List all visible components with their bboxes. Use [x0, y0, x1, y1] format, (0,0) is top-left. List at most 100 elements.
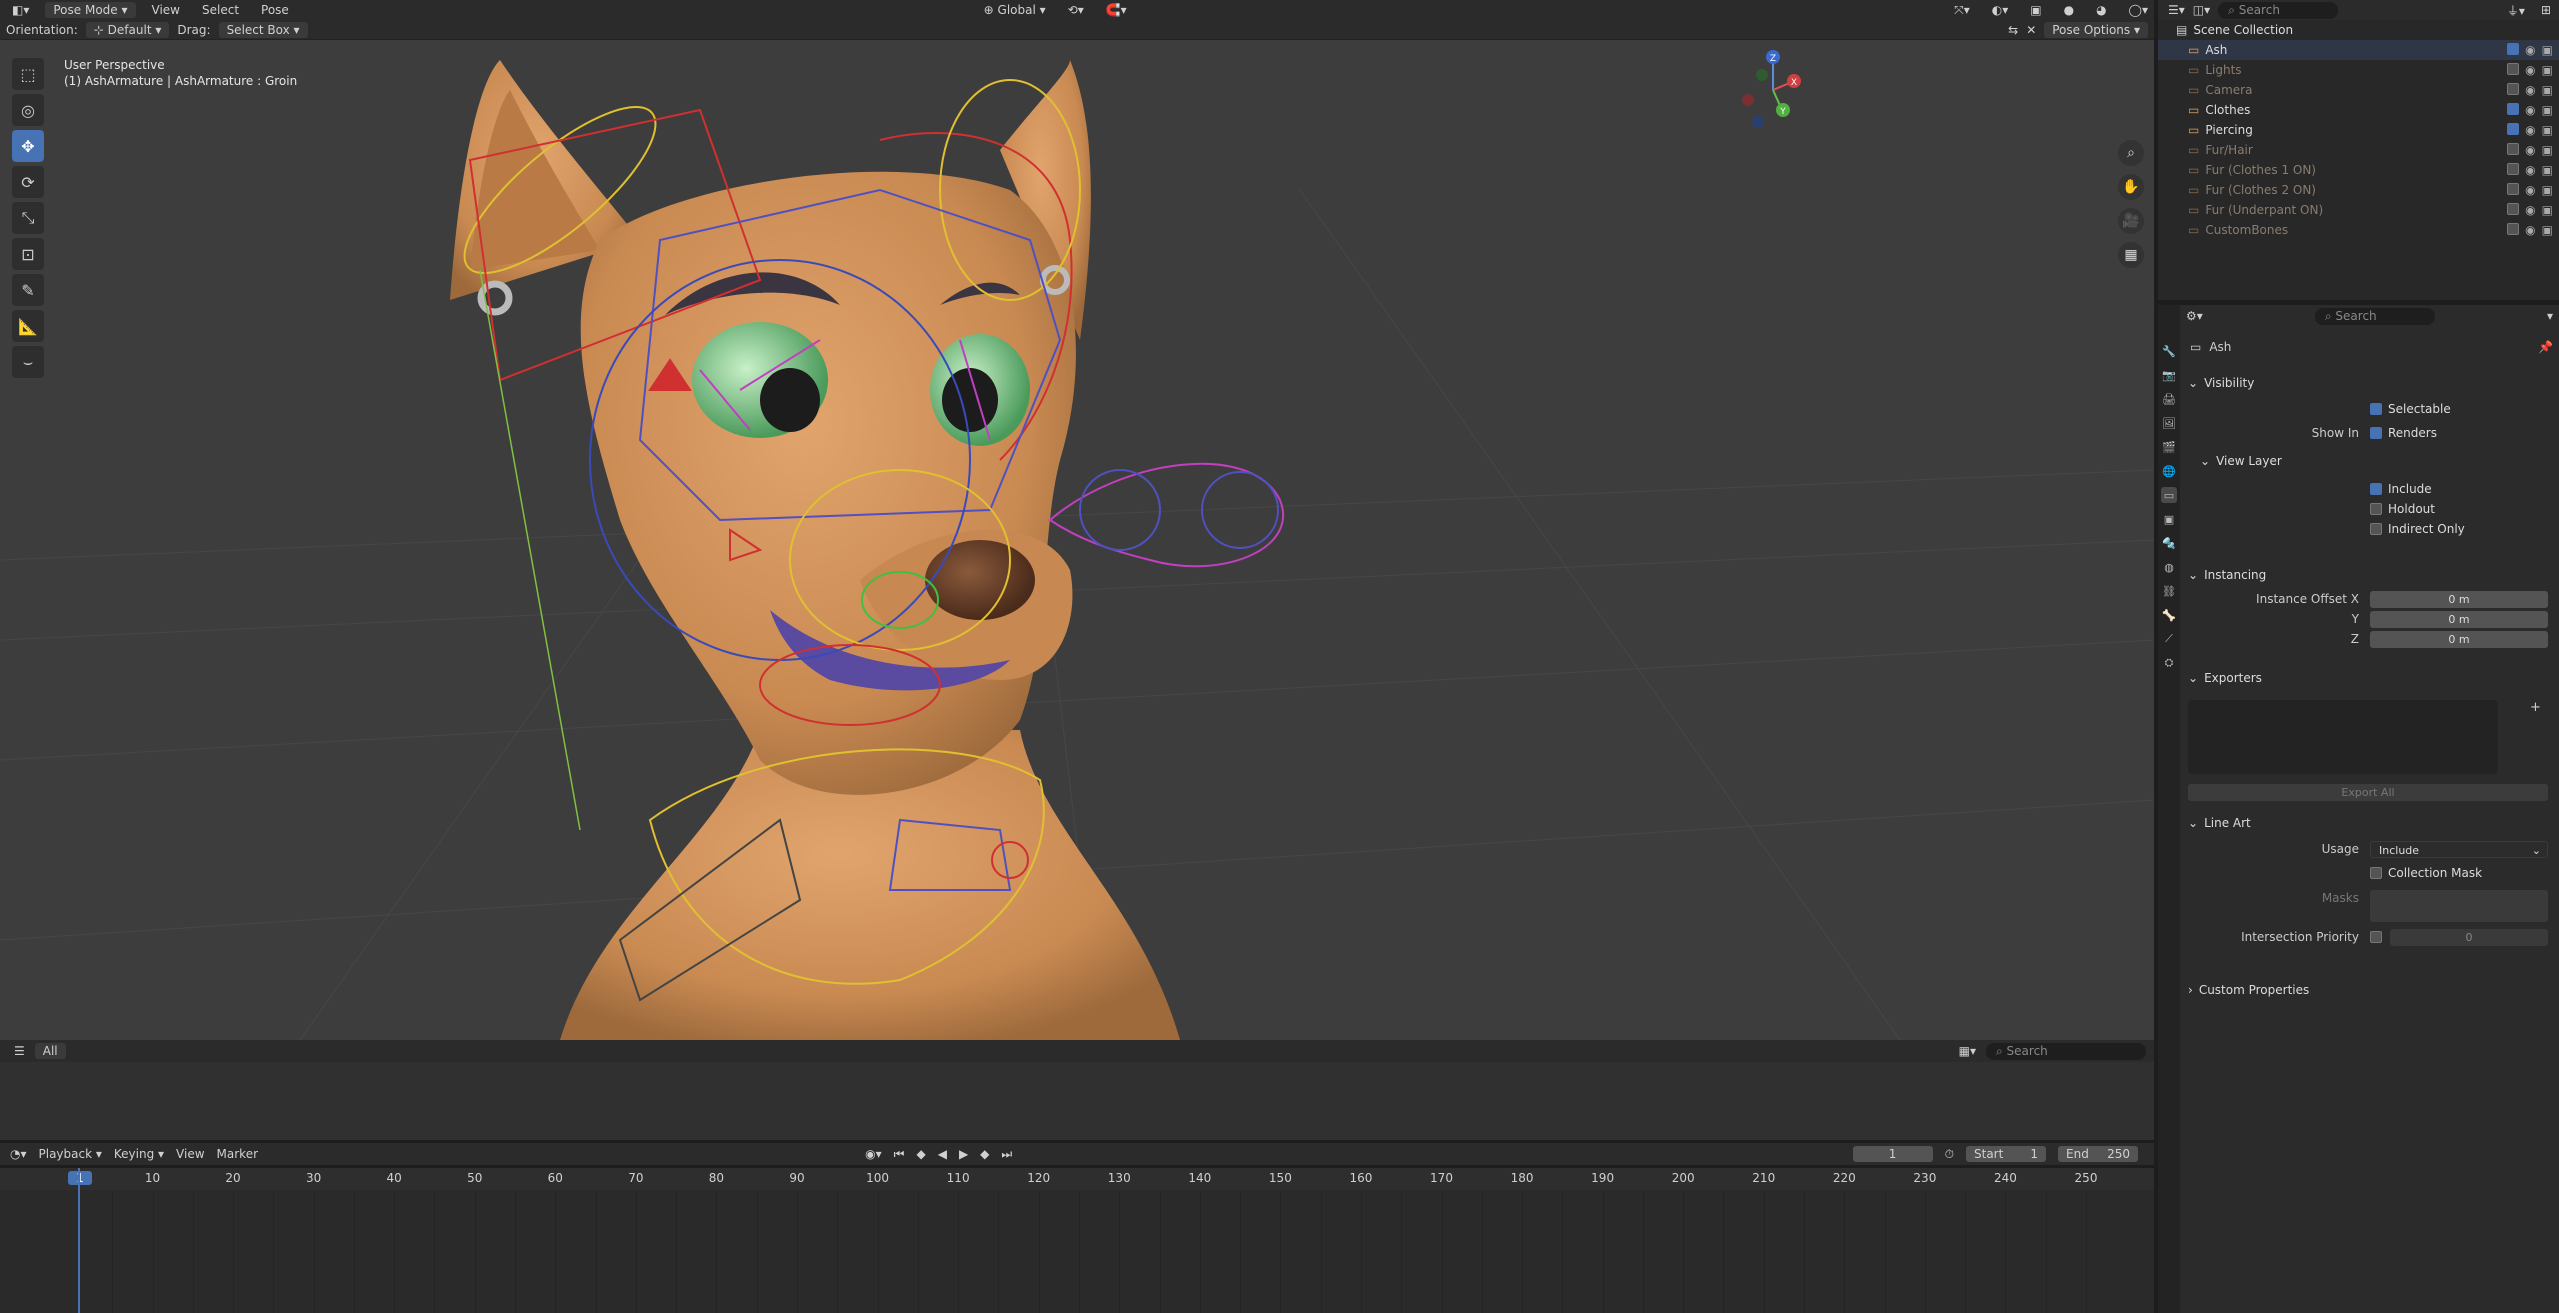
exclude-checkbox[interactable]	[2507, 43, 2520, 55]
navigation-gizmo[interactable]: Z X Y	[1742, 50, 1801, 128]
end-frame-field[interactable]: End 250	[2058, 1146, 2138, 1162]
relax-pose-tool-icon[interactable]: ⌣	[12, 346, 44, 378]
filter-icon[interactable]: ⏚▾	[2507, 2, 2525, 19]
display-mode-icon[interactable]: ◫▾	[2193, 3, 2210, 17]
line-art-header[interactable]: ⌄ Line Art	[2180, 813, 2559, 833]
transform-orientation-dropdown[interactable]: ⊕ Global ▾	[978, 2, 1052, 18]
intersection-priority-field[interactable]: 0	[2390, 928, 2548, 946]
play-icon[interactable]: ▶	[959, 1147, 968, 1161]
offset-x-field[interactable]: 0 m	[2370, 590, 2548, 608]
new-collection-icon[interactable]: ⊞	[2541, 3, 2551, 17]
mode-selector[interactable]: Pose Mode ▾	[45, 2, 136, 18]
render-camera-icon[interactable]: ▣	[2542, 63, 2553, 77]
timeline-editor-icon[interactable]: ◔▾	[10, 1147, 27, 1161]
selectable-checkbox[interactable]: Selectable	[2370, 402, 2451, 416]
overlays-icon[interactable]: ◐▾	[1986, 2, 2015, 18]
outliner-search[interactable]: ⌕ Search	[2218, 1, 2339, 19]
collection-mask-checkbox[interactable]: Collection Mask	[2370, 866, 2482, 880]
export-all-button[interactable]: Export All	[2188, 784, 2548, 801]
jump-end-icon[interactable]: ⏭	[1001, 1147, 1012, 1162]
output-tab-icon[interactable]: 🖨	[2161, 391, 2177, 407]
transform-tool-icon[interactable]: ⊡	[12, 238, 44, 270]
menu-marker[interactable]: Marker	[217, 1147, 258, 1161]
start-frame-field[interactable]: Start 1	[1966, 1146, 2046, 1162]
prev-keyframe-icon[interactable]: ◆	[916, 1147, 925, 1161]
playhead[interactable]	[78, 1168, 80, 1313]
properties-options-icon[interactable]: ▾	[2547, 309, 2553, 323]
menu-pose[interactable]: Pose	[255, 2, 295, 18]
outliner-item[interactable]: ▭ Fur (Clothes 2 ON) ◉ ▣	[2158, 180, 2559, 200]
render-camera-icon[interactable]: ▣	[2542, 223, 2553, 237]
exclude-checkbox[interactable]	[2507, 163, 2520, 175]
outliner-item[interactable]: ▭ Lights ◉ ▣	[2158, 60, 2559, 80]
constraints-tab-icon[interactable]: ⛓	[2161, 583, 2177, 599]
xray-icon[interactable]: ▣	[2024, 2, 2047, 18]
pivot-icon[interactable]: ⟲▾	[1062, 2, 1090, 18]
masks-grid[interactable]	[2370, 890, 2548, 922]
mirror-icon[interactable]: ⇆	[2008, 23, 2018, 37]
outliner-item[interactable]: ▭ Fur (Clothes 1 ON) ◉ ▣	[2158, 160, 2559, 180]
outliner-item[interactable]: ▭ Fur (Underpant ON) ◉ ▣	[2158, 200, 2559, 220]
usage-dropdown[interactable]: Include ⌄	[2370, 840, 2548, 858]
scene-tab-icon[interactable]: 🎬	[2161, 439, 2177, 455]
exporters-header[interactable]: ⌄ Exporters	[2180, 668, 2559, 688]
eye-icon[interactable]: ◉	[2525, 143, 2535, 157]
custom-properties-header[interactable]: › Custom Properties	[2180, 980, 2559, 1000]
outliner-item[interactable]: ▭ Fur/Hair ◉ ▣	[2158, 140, 2559, 160]
outliner-item[interactable]: ▭ Camera ◉ ▣	[2158, 80, 2559, 100]
tool-tab-icon[interactable]: 🔧	[2161, 343, 2177, 359]
auto-keying-icon[interactable]: ◉▾	[865, 1147, 882, 1161]
move-tool-icon[interactable]: ✥	[12, 130, 44, 162]
render-camera-icon[interactable]: ▣	[2542, 163, 2553, 177]
timeline-area[interactable]	[0, 1168, 2154, 1313]
eye-icon[interactable]: ◉	[2525, 63, 2535, 77]
exclude-checkbox[interactable]	[2507, 123, 2520, 135]
zoom-icon[interactable]: ⌕	[2118, 140, 2144, 166]
render-camera-icon[interactable]: ▣	[2542, 103, 2553, 117]
menu-playback[interactable]: Playback ▾	[39, 1147, 102, 1161]
pose-options-dropdown[interactable]: Pose Options ▾	[2044, 21, 2148, 38]
measure-tool-icon[interactable]: 📐	[12, 310, 44, 342]
select-box-tool-icon[interactable]: ⬚	[12, 58, 44, 90]
outliner-item[interactable]: ▭ Clothes ◉ ▣	[2158, 100, 2559, 120]
object-tab-icon[interactable]: ▣	[2161, 511, 2177, 527]
properties-search[interactable]: ⌕ Search	[2314, 307, 2435, 325]
annotate-tool-icon[interactable]: ✎	[12, 274, 44, 306]
eye-icon[interactable]: ◉	[2525, 103, 2535, 117]
exclude-checkbox[interactable]	[2507, 63, 2520, 75]
jump-start-icon[interactable]: ⏮	[894, 1147, 905, 1162]
exclude-checkbox[interactable]	[2507, 83, 2520, 95]
eye-icon[interactable]: ◉	[2525, 163, 2535, 177]
exclude-checkbox[interactable]	[2507, 183, 2520, 195]
collection-tab-icon[interactable]: ▭	[2161, 487, 2177, 503]
menu-view[interactable]: View	[146, 2, 186, 18]
render-tab-icon[interactable]: 📷	[2161, 367, 2177, 383]
exclude-checkbox[interactable]	[2507, 143, 2520, 155]
outliner-item[interactable]: ▭ Piercing ◉ ▣	[2158, 120, 2559, 140]
menu-timeline-view[interactable]: View	[176, 1147, 204, 1161]
bone-tab-icon[interactable]: ⟋	[2161, 631, 2177, 647]
hamburger-icon[interactable]: ☰	[14, 1044, 25, 1058]
render-camera-icon[interactable]: ▣	[2542, 203, 2553, 217]
scale-tool-icon[interactable]: ⤡	[12, 202, 44, 234]
exclude-checkbox[interactable]	[2507, 223, 2520, 235]
cursor-tool-icon[interactable]: ◎	[12, 94, 44, 126]
timeline-ruler[interactable]: 1102030405060708090100110120130140150160…	[0, 1168, 2154, 1190]
visibility-header[interactable]: ⌄ Visibility	[2180, 373, 2559, 393]
view-mode-icon[interactable]: ▦▾	[1959, 1044, 1976, 1058]
gizmo-toggle-icon[interactable]: ⤧▾	[1948, 2, 1976, 19]
scene-collection-row[interactable]: ▤ Scene Collection	[2158, 20, 2559, 40]
outliner-item[interactable]: ▭ Ash ◉ ▣	[2158, 40, 2559, 60]
renders-checkbox[interactable]: Renders	[2370, 426, 2437, 440]
next-keyframe-icon[interactable]: ◆	[980, 1147, 989, 1161]
snap-icon[interactable]: 🧲▾	[1100, 2, 1133, 18]
indirect-only-checkbox[interactable]: Indirect Only	[2370, 522, 2465, 536]
pin-icon[interactable]: 📌	[2538, 340, 2553, 354]
eye-icon[interactable]: ◉	[2525, 83, 2535, 97]
shading-rendered-icon[interactable]: ◯▾	[2123, 2, 2154, 18]
instancing-header[interactable]: ⌄ Instancing	[2180, 565, 2559, 585]
clock-icon[interactable]: ⏱	[1945, 1147, 1954, 1162]
play-reverse-icon[interactable]: ◀	[938, 1147, 947, 1161]
drag-dropdown[interactable]: Select Box ▾	[218, 21, 308, 38]
include-checkbox[interactable]: Include	[2370, 482, 2432, 496]
